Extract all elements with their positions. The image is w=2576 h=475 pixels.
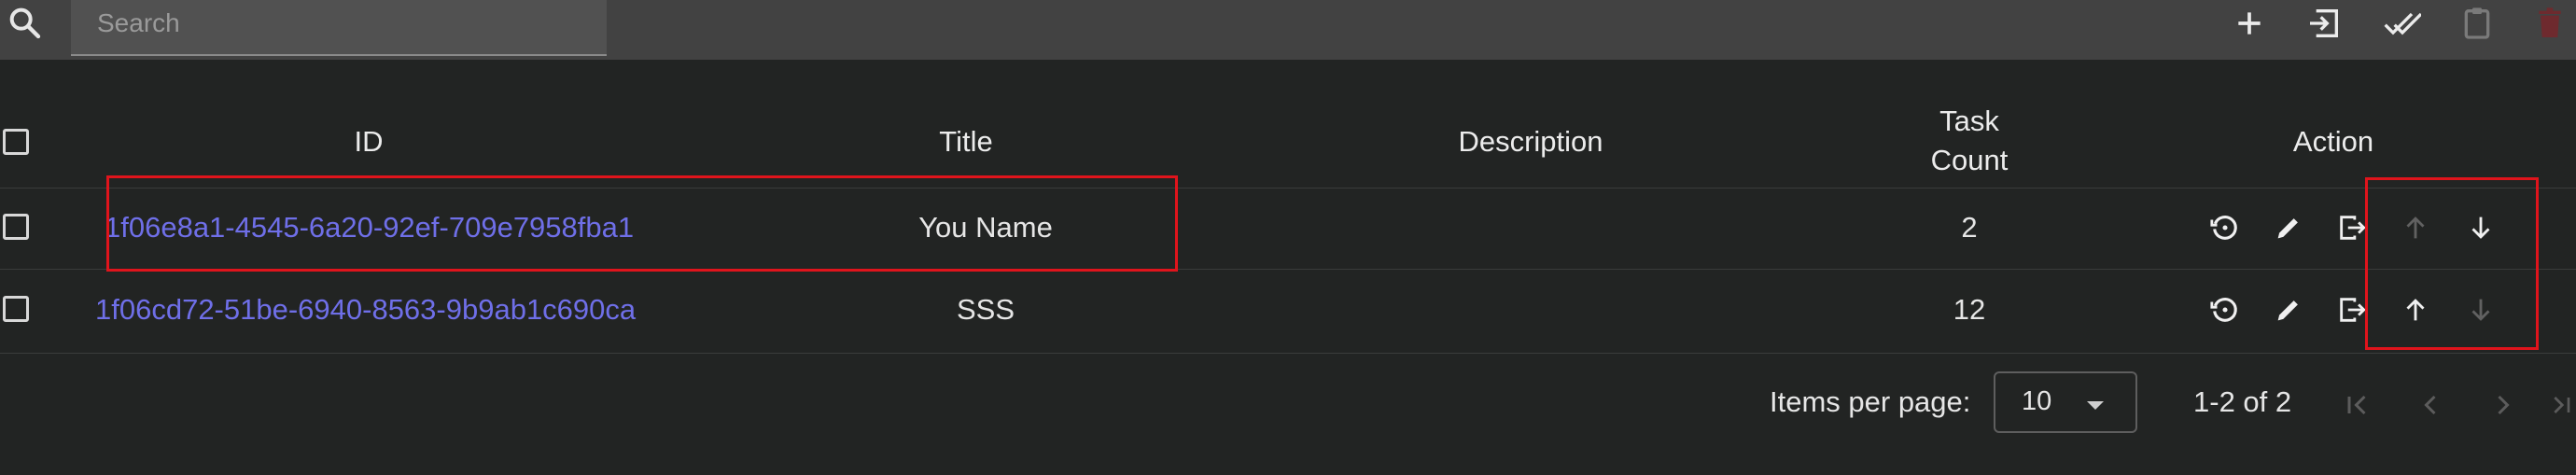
highlight-box-id-title (106, 175, 1178, 272)
previous-page-icon[interactable] (2408, 383, 2453, 427)
edit-icon[interactable] (2266, 205, 2311, 250)
row-task-count: 12 (1953, 293, 1986, 326)
header-description: Description (1458, 125, 1603, 158)
row-id-link[interactable]: 1f06cd72-51be-6940-8563-9b9ab1c690ca (95, 293, 636, 327)
header-title: Title (939, 125, 993, 158)
row-title: SSS (956, 293, 1015, 326)
next-page-icon[interactable] (2481, 383, 2526, 427)
header-task-count-line2: Count (1930, 144, 2009, 176)
highlight-box-move-buttons (2365, 177, 2539, 350)
select-all-checkbox[interactable] (3, 129, 29, 155)
last-page-icon[interactable] (2546, 383, 2576, 427)
row-task-count: 2 (1961, 211, 1978, 244)
history-icon[interactable] (2203, 205, 2247, 250)
range-label: 1-2 of 2 (2193, 385, 2292, 418)
dropdown-caret-icon (2087, 401, 2104, 410)
search-input[interactable] (95, 4, 584, 43)
delete-icon[interactable] (2524, 2, 2576, 45)
divider (0, 353, 2576, 354)
done-all-icon[interactable] (2376, 2, 2429, 45)
add-icon[interactable] (2223, 2, 2275, 45)
row-checkbox[interactable] (3, 214, 29, 240)
header-id: ID (354, 125, 384, 158)
header-action: Action (2292, 125, 2374, 158)
page-size-select[interactable]: 10 (1994, 371, 2137, 433)
search-icon[interactable] (6, 4, 43, 41)
search-field[interactable] (71, 0, 607, 56)
edit-icon[interactable] (2266, 287, 2311, 332)
header-task-count-line1: Task (1939, 105, 1999, 137)
toolbar (0, 0, 2576, 60)
header-task-count: Task Count (1867, 105, 2072, 177)
items-per-page-label: Items per page: (1770, 385, 1971, 418)
first-page-icon[interactable] (2335, 383, 2380, 427)
page-size-value: 10 (2022, 386, 2052, 416)
row-checkbox[interactable] (3, 296, 29, 322)
clipboard-icon[interactable] (2451, 2, 2503, 45)
import-icon[interactable] (2298, 2, 2350, 45)
history-icon[interactable] (2203, 287, 2247, 332)
